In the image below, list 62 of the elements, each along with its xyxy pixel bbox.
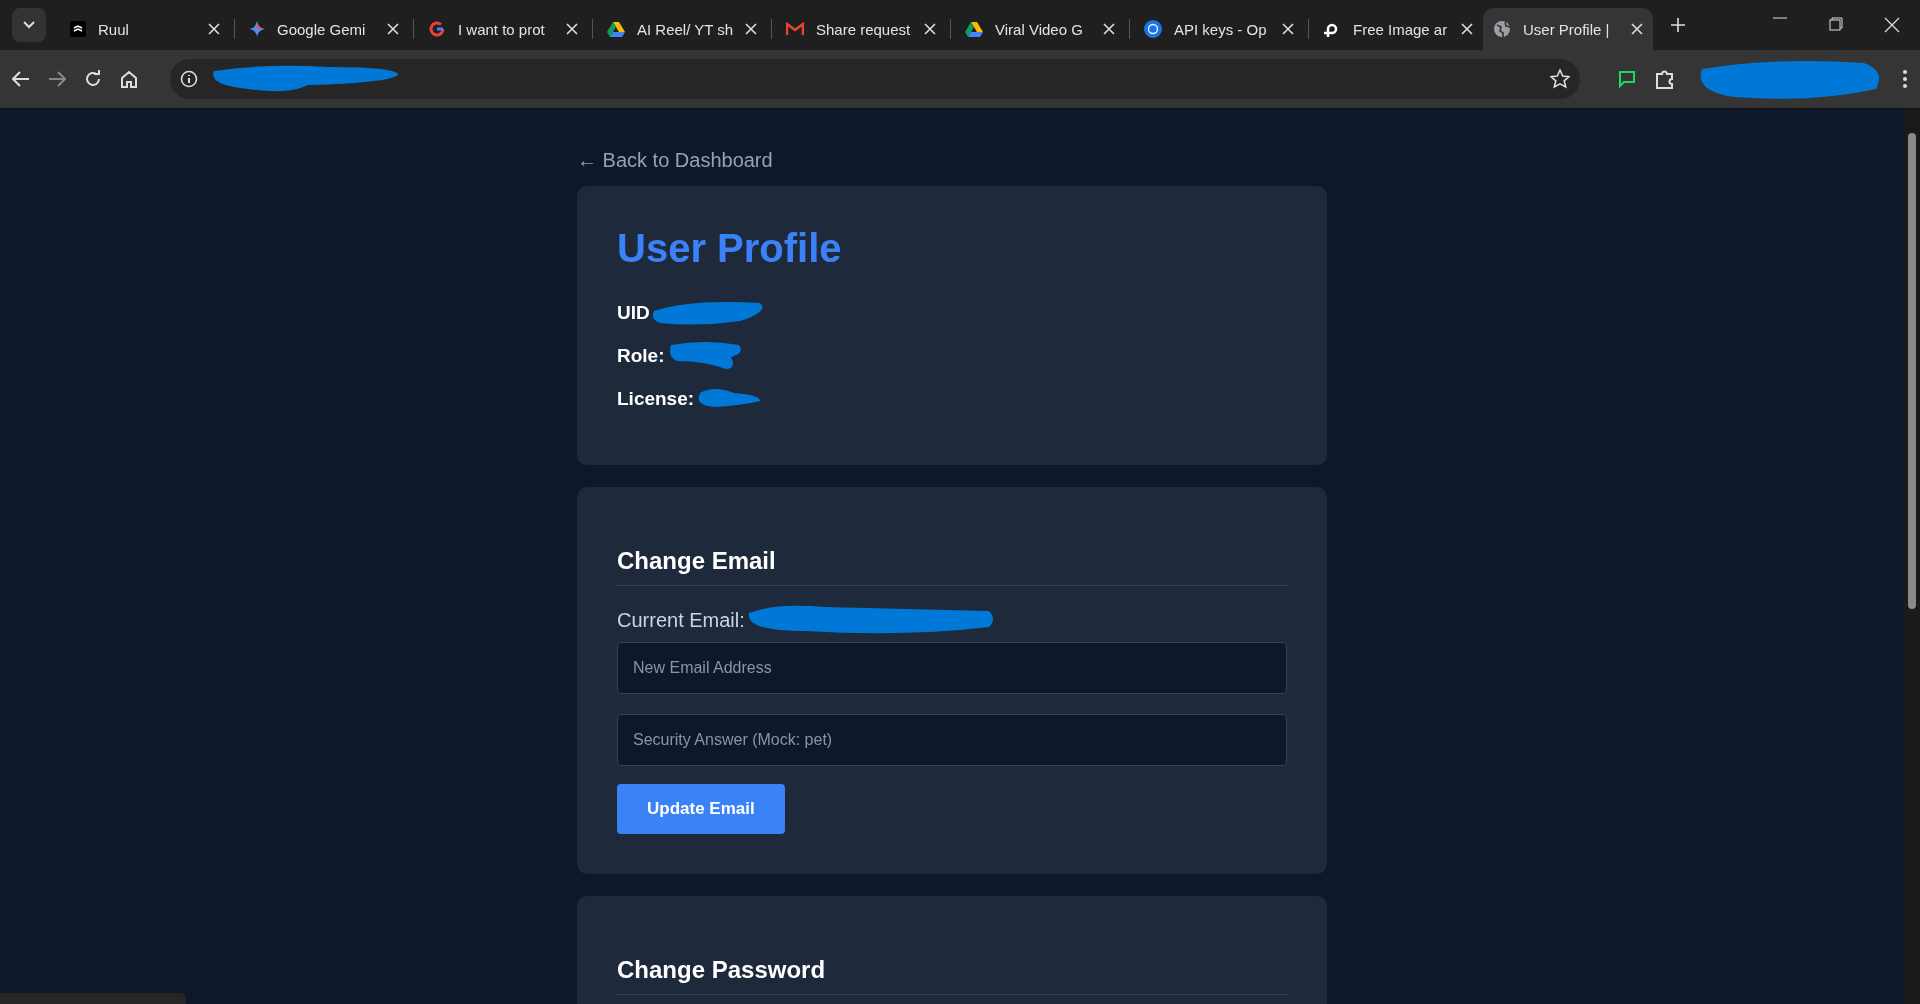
scrollbar[interactable]: [1904, 109, 1920, 1004]
address-bar[interactable]: [170, 59, 1580, 99]
tab-title: I want to prot: [458, 20, 546, 38]
browser-tab[interactable]: API keys - Op: [1134, 8, 1304, 50]
forward-icon[interactable]: [48, 71, 66, 87]
tab-title: Free Image ar: [1353, 20, 1449, 38]
info-icon[interactable]: [180, 70, 198, 88]
browser-tab[interactable]: Google Gemi: [239, 8, 409, 50]
input-field[interactable]: Security Answer (Mock: pet): [617, 714, 1287, 766]
chat-icon[interactable]: [1618, 70, 1636, 88]
tab-title: Ruul: [98, 20, 130, 38]
close-icon[interactable]: [566, 23, 578, 35]
section-heading: Change Password: [617, 956, 826, 984]
close-icon[interactable]: [1282, 23, 1294, 35]
field-label: Role:: [617, 344, 665, 367]
tab-title: API keys - Op: [1174, 20, 1268, 38]
browser-tab[interactable]: User Profile |: [1483, 8, 1653, 50]
triangle-icon: [965, 21, 983, 37]
input-field[interactable]: New Email Address: [617, 642, 1287, 694]
close-icon[interactable]: [1103, 23, 1115, 35]
tab-title: Share request: [816, 20, 912, 38]
browser-tab[interactable]: Free Image ar: [1313, 8, 1483, 50]
g-letter-icon: [428, 20, 446, 38]
browser-tab[interactable]: I want to prot: [418, 8, 588, 50]
browser-tab[interactable]: AI Reel/ YT sh: [597, 8, 767, 50]
browser-tab[interactable]: Share request: [776, 8, 946, 50]
update-email-button[interactable]: Update Email: [617, 784, 785, 834]
tab-title: User Profile |: [1523, 20, 1611, 38]
close-icon[interactable]: [1631, 23, 1643, 35]
section-heading: Change Email: [617, 547, 776, 575]
tab-title: Google Gemi: [277, 20, 367, 38]
close-icon[interactable]: [387, 23, 399, 35]
close-icon[interactable]: [1884, 17, 1900, 33]
close-icon[interactable]: [1461, 23, 1473, 35]
puzzle-icon[interactable]: [1654, 68, 1676, 90]
restore-icon[interactable]: [1829, 17, 1843, 31]
field-label: UID: [617, 301, 650, 324]
envelope-icon: [786, 22, 804, 36]
close-icon[interactable]: [745, 23, 758, 35]
chevron-down-icon: [23, 21, 35, 29]
sparkle-icon: [249, 21, 265, 37]
tab-search-button[interactable]: [12, 8, 46, 42]
page-title: User Profile: [617, 226, 842, 271]
close-icon[interactable]: [208, 23, 220, 35]
tab-title: Viral Video G: [995, 20, 1084, 38]
globe-icon: [1493, 20, 1511, 38]
triangle-icon: [607, 21, 625, 37]
current-email-label: Current Email:: [617, 608, 745, 632]
close-icon[interactable]: [924, 23, 936, 35]
back-icon[interactable]: [12, 71, 30, 87]
menu-icon[interactable]: [1902, 69, 1908, 89]
app-icon: [70, 21, 86, 37]
browser-tab[interactable]: Viral Video G: [955, 8, 1125, 50]
browser-tab[interactable]: Ruul: [60, 8, 230, 50]
back-link[interactable]: ← Back to Dashboard: [577, 149, 773, 172]
tab-title: AI Reel/ YT sh: [637, 20, 734, 38]
home-icon[interactable]: [120, 70, 138, 88]
scrollbar-thumb[interactable]: [1908, 133, 1916, 609]
star-icon[interactable]: [1550, 69, 1570, 89]
reload-icon[interactable]: [84, 70, 102, 88]
field-label: License:: [617, 387, 695, 410]
new-tab-icon[interactable]: [1671, 18, 1685, 32]
